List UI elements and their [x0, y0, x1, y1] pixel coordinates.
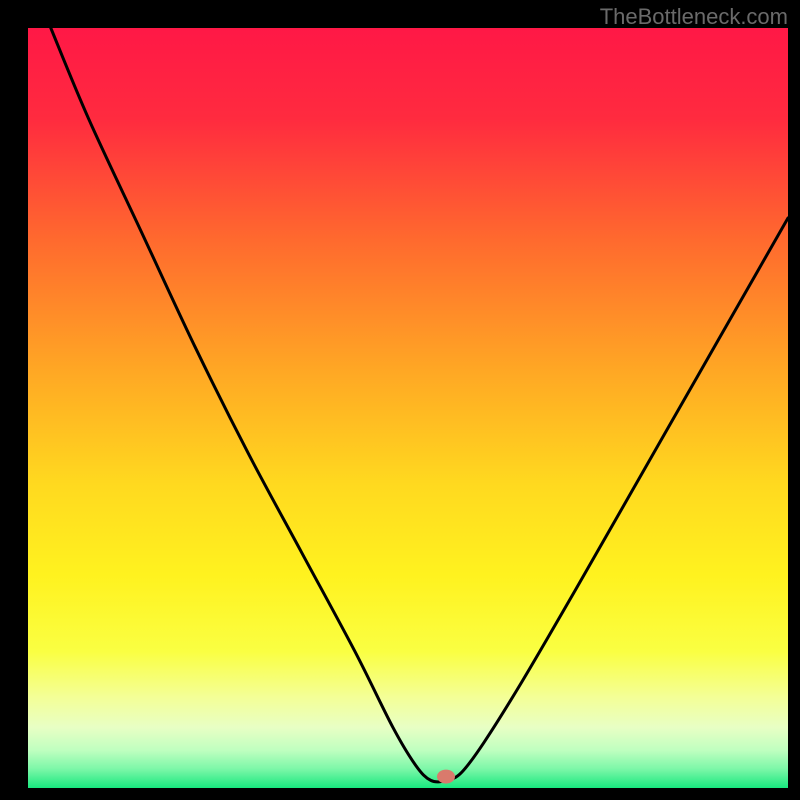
optimum-marker	[437, 770, 455, 784]
chart-container: TheBottleneck.com	[0, 0, 800, 800]
bottleneck-chart	[0, 0, 800, 800]
plot-background	[28, 28, 788, 788]
watermark-text: TheBottleneck.com	[600, 4, 788, 30]
